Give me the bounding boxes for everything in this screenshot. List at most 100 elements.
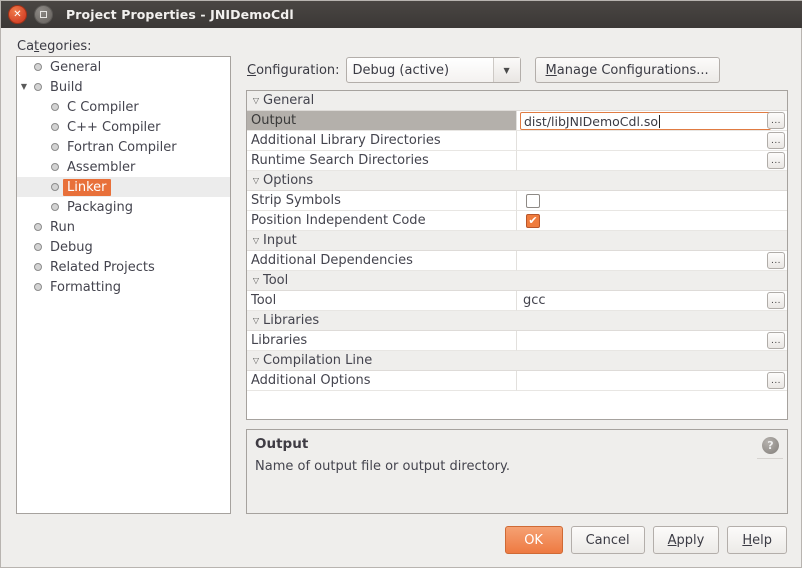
property-group-libraries[interactable]: ▽Libraries bbox=[247, 311, 787, 331]
help-icon[interactable]: ? bbox=[762, 437, 779, 454]
property-value-strip-symbols[interactable] bbox=[517, 191, 787, 211]
property-row[interactable]: Outputdist/libJNIDemoCdl.so... bbox=[247, 111, 787, 131]
collapse-arrow-icon[interactable]: ▽ bbox=[247, 96, 263, 105]
property-row[interactable]: Strip Symbols bbox=[247, 191, 787, 211]
property-group-options[interactable]: ▽Options bbox=[247, 171, 787, 191]
property-row[interactable]: Additional Dependencies... bbox=[247, 251, 787, 271]
configuration-label: Configuration: bbox=[247, 63, 340, 78]
output-input[interactable]: dist/libJNIDemoCdl.so bbox=[520, 112, 771, 130]
tree-item-label: Build bbox=[45, 80, 83, 95]
project-properties-window: ✕ Project Properties - JNIDemoCdl Catego… bbox=[0, 0, 802, 568]
tree-item-formatting[interactable]: Formatting bbox=[17, 277, 230, 297]
tree-item-label: Linker bbox=[63, 179, 111, 196]
property-value-additional-library-directories[interactable]: ... bbox=[517, 131, 787, 151]
tree-item-label: Related Projects bbox=[45, 260, 155, 275]
configuration-select[interactable]: Debug (active) ▼ bbox=[346, 57, 521, 83]
tree-bullet-icon bbox=[48, 183, 62, 191]
property-name-runtime-search-directories: Runtime Search Directories bbox=[247, 151, 517, 171]
chevron-down-icon[interactable]: ▼ bbox=[493, 58, 520, 82]
manage-configurations-button[interactable]: Manage Configurations... bbox=[535, 57, 720, 83]
property-group-input[interactable]: ▽Input bbox=[247, 231, 787, 251]
tree-item-label: C Compiler bbox=[62, 100, 139, 115]
browse-button[interactable]: ... bbox=[767, 132, 785, 149]
property-group-label: Input bbox=[263, 233, 297, 248]
tree-bullet-icon bbox=[48, 163, 62, 171]
property-group-compilation-line[interactable]: ▽Compilation Line bbox=[247, 351, 787, 371]
property-name-additional-dependencies: Additional Dependencies bbox=[247, 251, 517, 271]
collapse-arrow-icon[interactable]: ▽ bbox=[247, 236, 263, 245]
tree-bullet-icon bbox=[31, 223, 45, 231]
ok-button[interactable]: OK bbox=[505, 526, 563, 554]
tree-bullet-icon bbox=[31, 263, 45, 271]
property-value-text: gcc bbox=[523, 293, 546, 308]
tree-item-run[interactable]: Run bbox=[17, 217, 230, 237]
property-value-runtime-search-directories[interactable]: ... bbox=[517, 151, 787, 171]
browse-button[interactable]: ... bbox=[767, 112, 785, 129]
tree-item-c-compiler[interactable]: C Compiler bbox=[17, 97, 230, 117]
tree-bullet-icon bbox=[48, 143, 62, 151]
collapse-arrow-icon[interactable]: ▽ bbox=[247, 356, 263, 365]
tree-item-debug[interactable]: Debug bbox=[17, 237, 230, 257]
browse-button[interactable]: ... bbox=[767, 372, 785, 389]
help-button[interactable]: Help bbox=[727, 526, 787, 554]
tree-item-fortran-compiler[interactable]: Fortran Compiler bbox=[17, 137, 230, 157]
tree-item-assembler[interactable]: Assembler bbox=[17, 157, 230, 177]
property-group-tool[interactable]: ▽Tool bbox=[247, 271, 787, 291]
tree-item-packaging[interactable]: Packaging bbox=[17, 197, 230, 217]
browse-button[interactable]: ... bbox=[767, 332, 785, 349]
tree-bullet-icon bbox=[31, 243, 45, 251]
property-row[interactable]: Libraries... bbox=[247, 331, 787, 351]
window-title: Project Properties - JNIDemoCdl bbox=[66, 7, 294, 22]
browse-button[interactable]: ... bbox=[767, 152, 785, 169]
collapse-arrow-icon[interactable]: ▽ bbox=[247, 276, 263, 285]
property-row[interactable]: Additional Library Directories... bbox=[247, 131, 787, 151]
tree-item-label: General bbox=[45, 60, 101, 75]
tree-item-related-projects[interactable]: Related Projects bbox=[17, 257, 230, 277]
property-value-position-independent-code[interactable]: ✔ bbox=[517, 211, 787, 231]
collapse-arrow-icon[interactable]: ▽ bbox=[247, 316, 263, 325]
property-value-libraries[interactable]: ... bbox=[517, 331, 787, 351]
browse-button[interactable]: ... bbox=[767, 252, 785, 269]
property-row[interactable]: Position Independent Code ✔ bbox=[247, 211, 787, 231]
description-panel: Output ? Name of output file or output d… bbox=[246, 429, 788, 514]
tree-item-label: Packaging bbox=[62, 200, 133, 215]
close-icon[interactable]: ✕ bbox=[8, 5, 27, 24]
maximize-icon[interactable] bbox=[34, 5, 53, 24]
property-group-label: Libraries bbox=[263, 313, 319, 328]
apply-button[interactable]: Apply bbox=[653, 526, 720, 554]
cancel-button[interactable]: Cancel bbox=[571, 526, 645, 554]
property-row[interactable]: Runtime Search Directories... bbox=[247, 151, 787, 171]
property-group-label: Compilation Line bbox=[263, 353, 372, 368]
tree-item-label: Run bbox=[45, 220, 75, 235]
output-input-value: dist/libJNIDemoCdl.so bbox=[524, 114, 658, 129]
tree-item-c-compiler[interactable]: C++ Compiler bbox=[17, 117, 230, 137]
expand-arrow-icon[interactable]: ▼ bbox=[17, 77, 31, 97]
description-title: Output bbox=[255, 436, 308, 452]
collapse-arrow-icon[interactable]: ▽ bbox=[247, 176, 263, 185]
property-value-output[interactable]: dist/libJNIDemoCdl.so... bbox=[517, 111, 787, 131]
property-row[interactable]: Toolgcc... bbox=[247, 291, 787, 311]
tree-bullet-icon bbox=[31, 63, 45, 71]
property-group-label: General bbox=[263, 93, 314, 108]
property-name-position-independent-code: Position Independent Code bbox=[247, 211, 517, 231]
title-bar: ✕ Project Properties - JNIDemoCdl bbox=[1, 1, 802, 28]
tree-item-build[interactable]: ▼ Build bbox=[17, 77, 230, 97]
description-body: Name of output file or output directory. bbox=[255, 459, 510, 474]
category-tree[interactable]: General ▼ Build C Compiler C++ Compiler Fortr… bbox=[16, 56, 231, 514]
property-value-additional-options[interactable]: ... bbox=[517, 371, 787, 391]
checkbox-position-independent-code[interactable]: ✔ bbox=[526, 214, 540, 228]
tree-item-linker[interactable]: Linker bbox=[17, 177, 230, 197]
checkbox-strip-symbols[interactable] bbox=[526, 194, 540, 208]
tree-item-label: C++ Compiler bbox=[62, 120, 161, 135]
description-divider bbox=[757, 458, 783, 459]
property-group-general[interactable]: ▽General bbox=[247, 91, 787, 111]
property-value-tool[interactable]: gcc... bbox=[517, 291, 787, 311]
tree-item-general[interactable]: General bbox=[17, 57, 230, 77]
property-row[interactable]: Additional Options... bbox=[247, 371, 787, 391]
property-value-additional-dependencies[interactable]: ... bbox=[517, 251, 787, 271]
property-name-libraries: Libraries bbox=[247, 331, 517, 351]
browse-button[interactable]: ... bbox=[767, 292, 785, 309]
tree-bullet-icon bbox=[48, 123, 62, 131]
property-table[interactable]: ▽GeneralOutputdist/libJNIDemoCdl.so...Ad… bbox=[246, 90, 788, 420]
tree-bullet-icon bbox=[31, 83, 45, 91]
